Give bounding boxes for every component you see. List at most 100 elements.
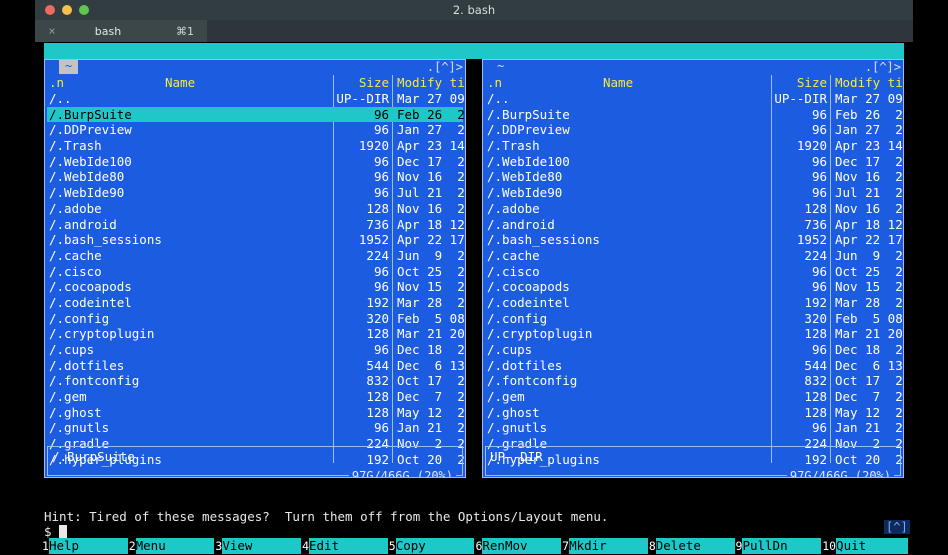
right-panel-header: <───────────────────────────────────────…: [483, 60, 903, 74]
left-column-size[interactable]: Size: [337, 75, 389, 91]
scroll-up-icon[interactable]: [^]: [884, 520, 910, 534]
table-row[interactable]: /.dotfiles544Dec 6 13:49: [47, 358, 463, 374]
table-row[interactable]: /.gem128Dec 7 2014: [47, 389, 463, 405]
table-row[interactable]: /..UP--DIRMar 27 09:40: [47, 91, 463, 107]
table-row[interactable]: /.WebIde8096Nov 16 2014: [47, 169, 463, 185]
table-row[interactable]: /.DDPreview96Jan 27 2017: [47, 122, 463, 138]
table-row[interactable]: /.gnutls96Jan 21 2015: [485, 420, 901, 436]
right-panel-up-marker[interactable]: .[^]>: [865, 60, 901, 74]
right-panel-cwd[interactable]: ~: [497, 60, 504, 74]
table-row[interactable]: /.gnutls96Jan 21 2015: [47, 420, 463, 436]
left-file-list[interactable]: /..UP--DIRMar 27 09:40/.BurpSuite96Feb 2…: [47, 91, 463, 463]
file-modify-time: Feb 5 08:50: [835, 311, 904, 327]
table-row[interactable]: /.android736Apr 18 12:51: [47, 217, 463, 233]
table-row[interactable]: /.ghost128May 12 2018: [47, 405, 463, 421]
table-row[interactable]: /..UP--DIRMar 27 09:40: [485, 91, 901, 107]
table-row[interactable]: /.config320Feb 5 08:50: [47, 311, 463, 327]
table-row[interactable]: /.cups96Dec 18 2014: [485, 342, 901, 358]
table-row[interactable]: /.fontconfig832Oct 17 2015: [47, 373, 463, 389]
file-size: 96: [773, 185, 827, 201]
table-row[interactable]: /.cache224Jun 9 2015: [485, 248, 901, 264]
file-name: /.cache: [487, 248, 540, 264]
table-row[interactable]: /.cisco96Oct 25 2016: [47, 264, 463, 280]
right-column-modify[interactable]: Modify time: [835, 75, 904, 91]
file-modify-time: Jan 21 2015: [835, 420, 904, 436]
window-title: 2. bash: [35, 0, 913, 20]
file-modify-time: Dec 17 2015: [835, 154, 904, 170]
file-size: 224: [773, 248, 827, 264]
right-column-name[interactable]: Name: [603, 75, 633, 91]
function-key-menu[interactable]: 2Menu: [128, 538, 215, 554]
table-row[interactable]: /.cache224Jun 9 2015: [47, 248, 463, 264]
table-row[interactable]: /.WebIde9096Jul 21 2015: [485, 185, 901, 201]
table-row[interactable]: /.Trash1920Apr 23 14:58: [485, 138, 901, 154]
table-row[interactable]: /.DDPreview96Jan 27 2017: [485, 122, 901, 138]
left-column-modify[interactable]: Modify time: [397, 75, 466, 91]
file-modify-time: Mar 28 2016: [835, 295, 904, 311]
file-modify-time: Nov 16 2014: [835, 201, 904, 217]
table-row[interactable]: /.WebIde9096Jul 21 2015: [47, 185, 463, 201]
right-column-size[interactable]: Size: [775, 75, 827, 91]
table-row[interactable]: /.cisco96Oct 25 2016: [485, 264, 901, 280]
function-key-edit[interactable]: 4Edit: [301, 538, 388, 554]
function-key-quit[interactable]: 10Quit: [821, 538, 908, 554]
table-row[interactable]: /.fontconfig832Oct 17 2015: [485, 373, 901, 389]
left-sort-indicator[interactable]: .n: [49, 75, 64, 91]
minimize-window-button[interactable]: [62, 5, 72, 15]
table-row[interactable]: /.ghost128May 12 2018: [485, 405, 901, 421]
table-row[interactable]: /.cups96Dec 18 2014: [47, 342, 463, 358]
file-name: /.cups: [49, 342, 94, 358]
table-row[interactable]: /.bash_sessions1952Apr 22 17:16: [47, 232, 463, 248]
table-row[interactable]: /.BurpSuite96Feb 26 2017: [47, 107, 463, 123]
table-row[interactable]: /.WebIde8096Nov 16 2014: [485, 169, 901, 185]
table-row[interactable]: /.cocoapods96Nov 15 2016: [47, 279, 463, 295]
table-row[interactable]: /.WebIde10096Dec 17 2015: [47, 154, 463, 170]
table-row[interactable]: /.codeintel192Mar 28 2016: [485, 295, 901, 311]
file-size: 96: [773, 122, 827, 138]
shell-prompt-line[interactable]: $: [44, 524, 67, 539]
table-row[interactable]: /.WebIde10096Dec 17 2015: [485, 154, 901, 170]
file-size: 96: [773, 264, 827, 280]
table-row[interactable]: /.BurpSuite96Feb 26 2017: [485, 107, 901, 123]
right-sort-indicator[interactable]: .n: [487, 75, 502, 91]
right-file-panel[interactable]: <───────────────────────────────────────…: [482, 59, 904, 478]
left-file-panel[interactable]: <───────────────────────────────────────…: [44, 59, 466, 478]
table-row[interactable]: /.cryptoplugin128Mar 21 20:35: [47, 326, 463, 342]
right-file-list[interactable]: /..UP--DIRMar 27 09:40/.BurpSuite96Feb 2…: [485, 91, 901, 463]
function-key-view[interactable]: 3View: [214, 538, 301, 554]
table-row[interactable]: /.codeintel192Mar 28 2016: [47, 295, 463, 311]
file-size: 320: [773, 311, 827, 327]
file-name: /.DDPreview: [49, 122, 132, 138]
function-key-mkdir[interactable]: 7Mkdir: [561, 538, 648, 554]
function-key-pulldn[interactable]: 9PullDn: [735, 538, 822, 554]
table-row[interactable]: /.config320Feb 5 08:50: [485, 311, 901, 327]
left-panel-cwd[interactable]: ~: [59, 60, 78, 74]
table-row[interactable]: /.bash_sessions1952Apr 22 17:16: [485, 232, 901, 248]
table-row[interactable]: /.adobe128Nov 16 2014: [485, 201, 901, 217]
function-key-renmov[interactable]: 6RenMov: [474, 538, 561, 554]
function-key-copy[interactable]: 5Copy: [388, 538, 475, 554]
table-row[interactable]: /.dotfiles544Dec 6 13:49: [485, 358, 901, 374]
table-row[interactable]: /.android736Apr 18 12:51: [485, 217, 901, 233]
left-column-headers: .n Name Size Modify time: [47, 75, 463, 91]
file-modify-time: Dec 18 2014: [835, 342, 904, 358]
table-row[interactable]: /.Trash1920Apr 23 14:58: [47, 138, 463, 154]
table-row[interactable]: /.cocoapods96Nov 15 2016: [485, 279, 901, 295]
file-name: /.BurpSuite: [49, 107, 132, 123]
file-modify-time: Jul 21 2015: [835, 185, 904, 201]
file-size: 192: [335, 295, 389, 311]
function-key-help[interactable]: 1Help: [41, 538, 128, 554]
close-window-button[interactable]: [45, 5, 55, 15]
table-row[interactable]: /.gem128Dec 7 2014: [485, 389, 901, 405]
function-key-delete[interactable]: 8Delete: [648, 538, 735, 554]
file-size: 96: [773, 420, 827, 436]
tab-bash[interactable]: × bash ⌘1: [35, 20, 207, 42]
left-panel-up-marker[interactable]: .[^]>: [427, 60, 463, 74]
table-row[interactable]: /.cryptoplugin128Mar 21 20:35: [485, 326, 901, 342]
file-size: 128: [335, 201, 389, 217]
left-column-name[interactable]: Name: [165, 75, 195, 91]
file-modify-time: May 12 2018: [835, 405, 904, 421]
table-row[interactable]: /.adobe128Nov 16 2014: [47, 201, 463, 217]
file-name: /.android: [487, 217, 555, 233]
zoom-window-button[interactable]: [79, 5, 89, 15]
